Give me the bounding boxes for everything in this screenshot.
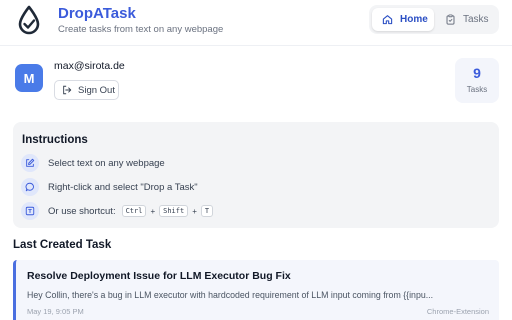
instruction-step2-text: Right-click and select "Drop a Task" — [48, 181, 198, 193]
instructions-panel: Instructions Select text on any webpage … — [13, 122, 499, 228]
last-task-heading: Last Created Task — [13, 239, 112, 251]
key-shift: Shift — [159, 205, 189, 217]
sign-out-icon — [63, 85, 72, 95]
main-nav: Home Tasks — [369, 5, 499, 34]
home-icon — [382, 15, 393, 25]
user-email: max@sirota.de — [54, 60, 125, 72]
edit-icon — [21, 154, 39, 172]
key-ctrl: Ctrl — [121, 205, 147, 217]
task-title: Resolve Deployment Issue for LLM Executo… — [27, 270, 291, 282]
instruction-step1-text: Select text on any webpage — [48, 157, 165, 169]
avatar: M — [15, 64, 43, 92]
instruction-step-rightclick: Right-click and select "Drop a Task" — [21, 178, 198, 196]
app-title: DropATask — [58, 5, 136, 22]
chat-bubble-icon — [21, 178, 39, 196]
tab-tasks-label: Tasks — [463, 14, 489, 25]
tab-tasks[interactable]: Tasks — [441, 8, 497, 31]
key-plus: + — [192, 206, 197, 216]
app-header: DropATask Create tasks from text on any … — [0, 0, 512, 46]
sign-out-button[interactable]: Sign Out — [54, 80, 119, 100]
task-date: May 19, 9:05 PM — [27, 307, 84, 316]
tab-home-label: Home — [400, 14, 428, 25]
instruction-step-select: Select text on any webpage — [21, 154, 165, 172]
clipboard-icon — [446, 14, 455, 25]
task-source: Chrome-Extension — [426, 307, 489, 316]
instruction-step-shortcut: Or use shortcut: Ctrl + Shift + T — [21, 202, 215, 220]
last-task-card[interactable]: Resolve Deployment Issue for LLM Executo… — [13, 260, 499, 320]
task-count-label: Tasks — [466, 85, 488, 94]
droplet-check-logo-icon — [18, 5, 40, 35]
task-count-card: 9 Tasks — [455, 58, 499, 103]
instructions-title: Instructions — [22, 134, 88, 146]
tab-home[interactable]: Home — [372, 8, 434, 31]
key-t: T — [200, 205, 214, 217]
task-count-value: 9 — [473, 65, 481, 81]
sign-out-label: Sign Out — [78, 84, 115, 96]
app-subtitle: Create tasks from text on any webpage — [58, 24, 224, 35]
keyboard-t-icon — [21, 202, 39, 220]
instruction-step3-text: Or use shortcut: — [48, 205, 116, 217]
key-plus: + — [150, 206, 156, 216]
task-preview: Hey Collin, there's a bug in LLM executo… — [27, 290, 434, 300]
